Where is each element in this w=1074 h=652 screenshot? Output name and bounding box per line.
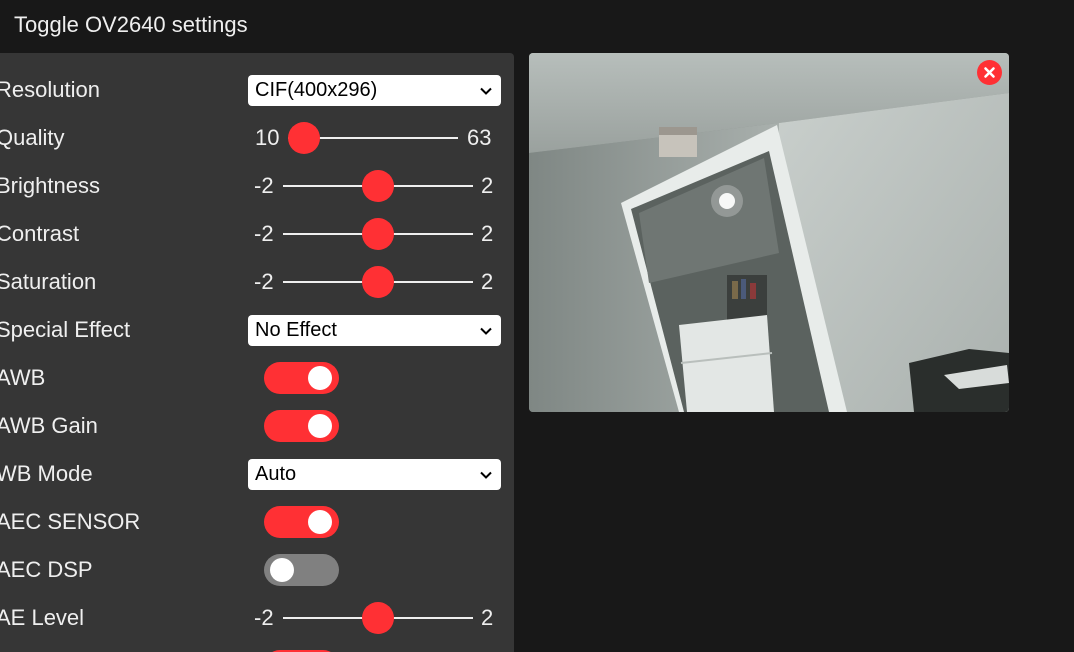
wb-mode-label: WB Mode [0, 461, 93, 486]
awb-gain-row: AWB Gain [0, 408, 514, 444]
contrast-label: Contrast [0, 221, 80, 246]
quality-row: Quality 10 63 [0, 120, 514, 156]
ae-level-row: AE Level -2 2 [0, 600, 514, 636]
settings-panel: Resolution CIF(400x296) Quality 10 63 Br… [0, 53, 514, 652]
resolution-select[interactable]: CIF(400x296) [248, 75, 501, 106]
special-effect-row: Special Effect No Effect [0, 312, 514, 348]
contrast-min: -2 [254, 221, 274, 246]
toggle-knob [308, 414, 332, 438]
toggle-knob [308, 510, 332, 534]
awb-gain-toggle[interactable] [264, 410, 339, 442]
quality-min: 10 [255, 125, 280, 150]
contrast-max: 2 [481, 221, 494, 246]
close-stream-button[interactable] [977, 60, 1002, 85]
resolution-label: Resolution [0, 77, 100, 102]
contrast-row: Contrast -2 2 [0, 216, 514, 252]
chevron-down-icon [480, 87, 492, 95]
camera-stream-image [529, 53, 1009, 412]
resolution-row: Resolution CIF(400x296) [0, 72, 514, 108]
special-effect-select[interactable]: No Effect [248, 315, 501, 346]
contrast-thumb[interactable] [362, 218, 394, 250]
quality-thumb[interactable] [288, 122, 320, 154]
chevron-down-icon [480, 327, 492, 335]
aec-dsp-toggle[interactable] [264, 554, 339, 586]
aec-sensor-row: AEC SENSOR [0, 504, 514, 540]
resolution-select-value: CIF(400x296) [255, 79, 378, 101]
saturation-row: Saturation -2 2 [0, 264, 514, 300]
ae-level-min: -2 [254, 605, 274, 630]
ae-level-thumb[interactable] [362, 602, 394, 634]
brightness-max: 2 [481, 173, 494, 198]
wb-mode-select[interactable]: Auto [248, 459, 501, 490]
camera-web-server-page: Toggle OV2640 settings Resolution CIF(40… [0, 0, 1074, 652]
brightness-thumb[interactable] [362, 170, 394, 202]
special-effect-label: Special Effect [0, 317, 131, 342]
brightness-label: Brightness [0, 173, 100, 198]
chevron-down-icon [480, 471, 492, 479]
special-effect-select-value: No Effect [255, 319, 337, 341]
awb-label: AWB [0, 365, 46, 390]
aec-dsp-row: AEC DSP [0, 552, 514, 588]
saturation-min: -2 [254, 269, 274, 294]
quality-max: 63 [467, 125, 492, 150]
toggle-knob [270, 558, 294, 582]
brightness-min: -2 [254, 173, 274, 198]
settings-toggle-title[interactable]: Toggle OV2640 settings [14, 10, 248, 40]
saturation-thumb[interactable] [362, 266, 394, 298]
awb-toggle[interactable] [264, 362, 339, 394]
brightness-row: Brightness -2 2 [0, 168, 514, 204]
next-setting-row [0, 648, 514, 652]
toggle-knob [308, 366, 332, 390]
ae-level-max: 2 [481, 605, 494, 630]
awb-gain-label: AWB Gain [0, 413, 98, 438]
saturation-max: 2 [481, 269, 494, 294]
aec-dsp-label: AEC DSP [0, 557, 93, 582]
aec-sensor-toggle[interactable] [264, 506, 339, 538]
ae-level-label: AE Level [0, 605, 85, 630]
wb-mode-row: WB Mode Auto [0, 456, 514, 492]
wb-mode-select-value: Auto [255, 463, 297, 485]
close-icon [984, 67, 995, 78]
awb-row: AWB [0, 360, 514, 396]
camera-frame-illustration [529, 53, 1009, 412]
quality-label: Quality [0, 125, 65, 150]
saturation-label: Saturation [0, 269, 97, 294]
aec-sensor-label: AEC SENSOR [0, 509, 141, 534]
